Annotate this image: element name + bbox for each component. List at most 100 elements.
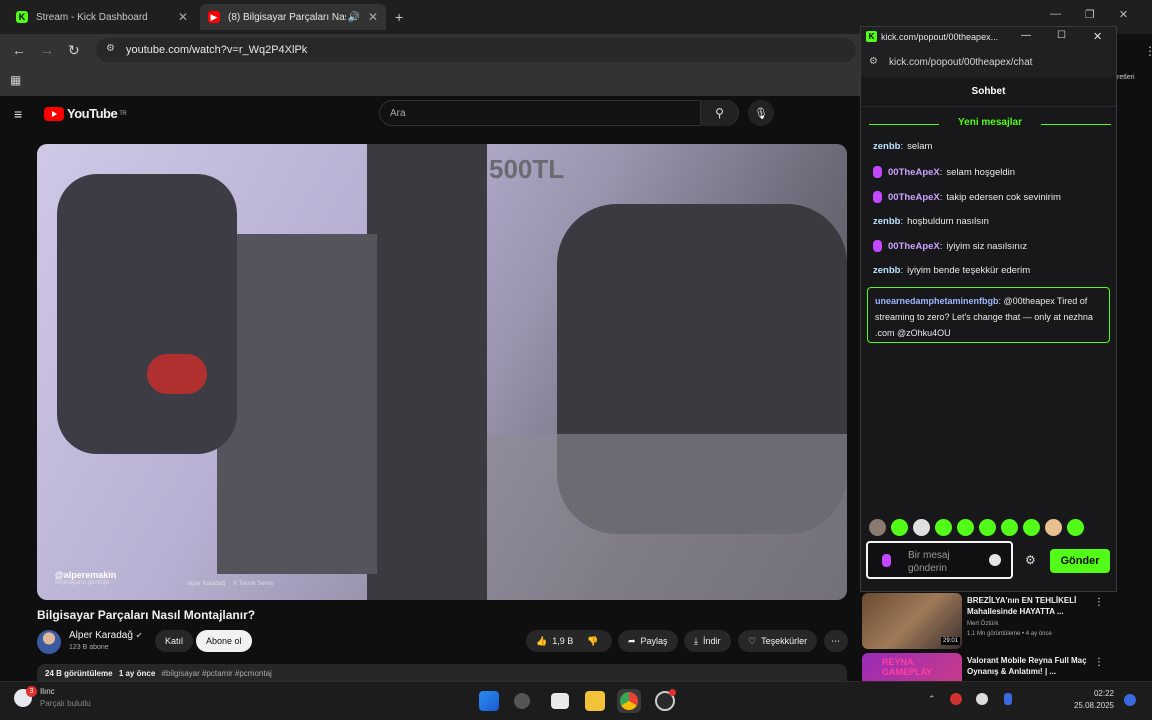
channel-avatar[interactable] — [37, 630, 61, 654]
download-button[interactable]: ⤓ İndir — [684, 630, 731, 652]
chat-separator: : — [900, 265, 904, 276]
tray-chevron-icon[interactable]: ⌃ — [928, 694, 936, 705]
download-label: İndir — [702, 636, 721, 646]
search-input[interactable]: Ara ⚲ — [379, 100, 739, 126]
voice-search-button[interactable]: 🎙 — [748, 100, 774, 126]
youtube-logo[interactable]: YouTube TR — [44, 106, 127, 121]
video-player[interactable]: 500TL @alperemakin Bilgisayarın günlüğü … — [37, 144, 847, 600]
emote-icon[interactable] — [1023, 519, 1040, 536]
new-messages-divider[interactable]: Yeni mesajlar — [869, 117, 1111, 131]
chat-username[interactable]: zenbb — [873, 216, 900, 227]
chrome-taskbar-button[interactable] — [617, 689, 641, 713]
chat-username[interactable]: zenbb — [873, 141, 900, 152]
channel-name-text: Alper Karadağ — [69, 630, 133, 641]
minimize-icon[interactable]: — — [1050, 8, 1061, 21]
chat-text: selam hoşgeldin — [946, 166, 1016, 178]
video-credit-2: X Teknik Servis — [233, 581, 274, 587]
search-icon: ⚲ — [715, 106, 724, 120]
dislike-icon: 👎 — [587, 635, 599, 646]
clock-date: 25.08.2025 — [1073, 701, 1114, 710]
more-actions-icon[interactable]: ⋯ — [824, 630, 848, 652]
apps-grid-icon[interactable]: ▦ — [10, 73, 21, 87]
emote-icon[interactable] — [869, 519, 886, 536]
emote-icon[interactable] — [957, 519, 974, 536]
channel-name[interactable]: Alper Karadağ ✔ — [69, 630, 142, 641]
chat-message: zenbb: iyiyim bende teşekkür ederim — [873, 265, 1109, 276]
forward-icon[interactable]: → — [40, 42, 54, 58]
hashtags[interactable]: #bilgisayar #pctamir #pcmontaj — [162, 669, 272, 678]
emote-icon[interactable] — [913, 519, 930, 536]
side-strip: retleri — [1117, 66, 1152, 606]
reload-icon[interactable]: ↻ — [68, 42, 80, 59]
chat-message-input[interactable]: Bir mesaj gönderin — [866, 541, 1013, 579]
join-button[interactable]: Katıl — [155, 630, 194, 652]
emote-icon[interactable] — [935, 519, 952, 536]
close-tab-icon[interactable]: ✕ — [368, 10, 378, 24]
weather-widget[interactable]: 3 Ilınc Parçalı bulutlu — [14, 686, 91, 710]
chat-username[interactable]: zenbb — [873, 265, 900, 276]
emote-icon[interactable] — [1067, 519, 1084, 536]
recommended-video[interactable]: REYNA GAMEPLAY Valorant Mobile Reyna Ful… — [862, 653, 1112, 681]
new-tab-icon[interactable]: + — [395, 9, 403, 25]
kick-url-text: kick.com/popout/00theapex/chat — [889, 57, 1033, 68]
tray-app-icon[interactable] — [976, 693, 988, 705]
video-price-overlay: 500TL — [489, 154, 565, 184]
clock-time: 02:22 — [1093, 689, 1114, 698]
url-field[interactable]: ⚙ youtube.com/watch?v=r_Wq2P4XlPk — [96, 38, 856, 62]
emote-icon[interactable] — [891, 519, 908, 536]
url-text: youtube.com/watch?v=r_Wq2P4XlPk — [126, 44, 308, 56]
recommended-video[interactable]: 29:01 BREZİLYA'nın EN TEHLİKELİ Mahalles… — [862, 593, 1112, 649]
emoji-picker-icon[interactable] — [989, 554, 1001, 566]
chat-username[interactable]: 00TheApeX — [888, 241, 940, 252]
chat-username[interactable]: unearnedamphetaminenfbgb — [875, 296, 999, 306]
browser-menu-icon[interactable]: ⋮ — [1144, 44, 1152, 58]
recommended-title: Valorant Mobile Reyna Full Maç Oynanış &… — [967, 656, 1087, 676]
more-options-icon[interactable]: ⋮ — [1094, 597, 1104, 608]
watermark-handle: @alperemakin — [55, 570, 117, 580]
view-count: 24 B görüntüleme — [45, 669, 113, 678]
chat-username[interactable]: 00TheApeX — [888, 192, 940, 203]
speaker-icon[interactable]: 🔊 — [348, 12, 360, 23]
subscribe-button[interactable]: Abone ol — [196, 630, 252, 652]
search-button[interactable]: ⚲ — [700, 100, 738, 126]
minimize-icon[interactable]: — — [1021, 30, 1031, 41]
tray-mic-icon[interactable] — [1004, 693, 1012, 705]
like-dislike-button[interactable]: 👍 1,9 B 👎 — [526, 630, 612, 652]
hamburger-menu-icon[interactable]: ≡ — [14, 106, 22, 122]
file-explorer-icon[interactable] — [585, 691, 605, 711]
verified-icon: ✔ — [135, 631, 143, 640]
maximize-icon[interactable]: ☐ — [1057, 30, 1066, 41]
site-info-icon[interactable]: ⚙ — [106, 43, 115, 54]
thanks-button[interactable]: ♡ Teşekkürler — [738, 630, 818, 652]
task-view-icon[interactable] — [551, 693, 569, 709]
chat-settings-icon[interactable]: ⚙ — [1025, 553, 1036, 567]
restore-icon[interactable]: ❐ — [1085, 8, 1095, 21]
video-frame-pc-case — [367, 144, 487, 600]
window-controls: — ❐ ✕ — [1050, 8, 1150, 21]
close-tab-icon[interactable]: ✕ — [178, 10, 188, 24]
send-button[interactable]: Gönder — [1050, 549, 1110, 573]
tab-kick-dashboard[interactable]: K Stream - Kick Dashboard ✕ — [8, 4, 196, 30]
close-window-icon[interactable]: ✕ — [1093, 30, 1102, 43]
tab-label: Stream - Kick Dashboard — [36, 11, 148, 23]
system-clock[interactable]: 02:22 25.08.2025 — [1074, 688, 1114, 712]
chat-text: iyiyim bende teşekkür ederim — [907, 265, 1031, 276]
recommended-title: BREZİLYA'nın EN TEHLİKELİ Mahallesinde H… — [967, 596, 1077, 616]
notifications-icon[interactable] — [1124, 694, 1136, 706]
more-options-icon[interactable]: ⋮ — [1094, 657, 1104, 668]
kick-url-bar[interactable]: ⚙ kick.com/popout/00theapex/chat — [861, 49, 1116, 77]
share-button[interactable]: ➦ Paylaş — [618, 630, 678, 652]
emote-icon[interactable] — [979, 519, 996, 536]
search-icon[interactable] — [514, 693, 530, 709]
emote-icon[interactable] — [1045, 519, 1062, 536]
emote-icon[interactable] — [1001, 519, 1018, 536]
close-window-icon[interactable]: ✕ — [1119, 8, 1128, 21]
tray-app-icon[interactable] — [950, 693, 962, 705]
chat-title: Sohbet — [861, 77, 1116, 107]
site-info-icon[interactable]: ⚙ — [869, 56, 878, 67]
back-icon[interactable]: ← — [12, 42, 26, 58]
kick-favicon-icon: K — [16, 11, 28, 23]
start-menu-icon[interactable] — [479, 691, 499, 711]
chat-username[interactable]: 00TheApeX — [888, 167, 940, 178]
tab-youtube-video[interactable]: ▶ (8) Bilgisayar Parçaları Nasıl 🔊 ✕ — [200, 4, 386, 30]
